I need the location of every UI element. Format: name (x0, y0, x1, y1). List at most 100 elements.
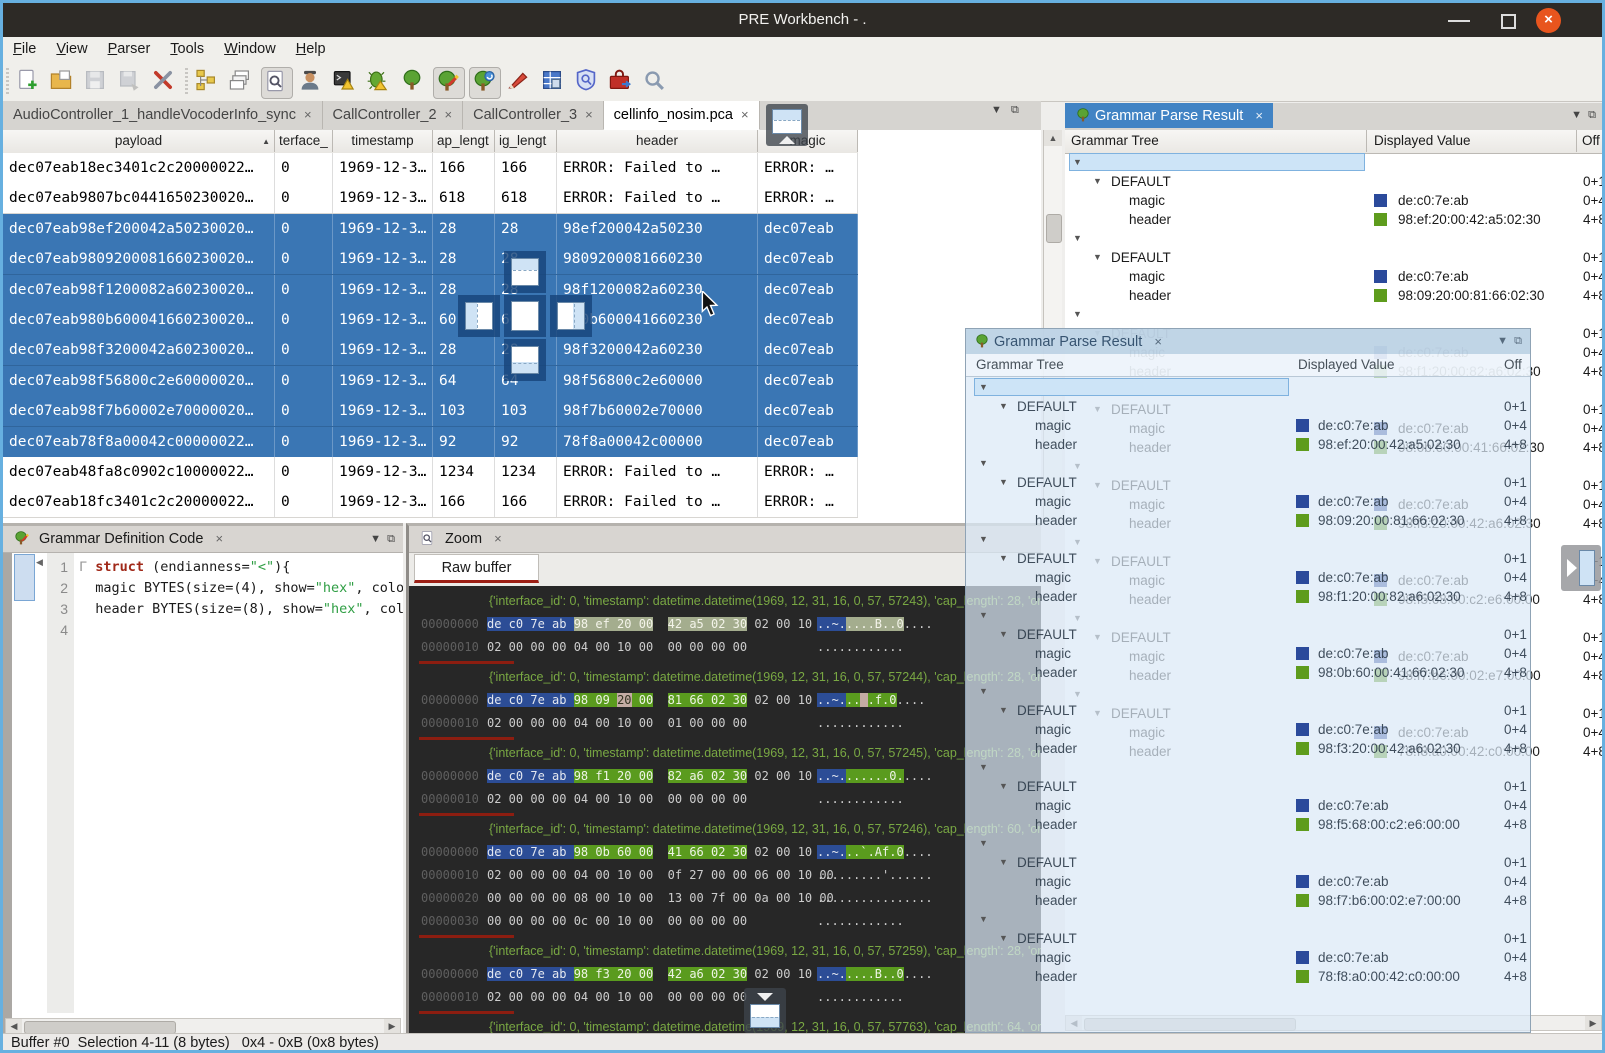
tree-structure-button[interactable] (193, 67, 223, 97)
tree-field-header[interactable]: header78:f8:a0:00:42:c0:00:004+8 (966, 967, 1530, 986)
hex-line[interactable]: 0000003000 00 00 00 0c 00 10 00 00 00 00… (409, 910, 1041, 933)
parse-tree-button[interactable] (399, 67, 429, 97)
table-row[interactable]: dec07eab98f56800c2e60000020…01969-12-3…6… (3, 366, 858, 397)
menu-window[interactable]: Window (214, 37, 286, 61)
table-row[interactable]: dec07eab9807bc0441650230020…01969-12-3…6… (3, 183, 858, 214)
tab-raw-buffer[interactable]: Raw buffer (414, 554, 539, 583)
column-header-ig_lengt[interactable]: ig_lengt (495, 130, 557, 152)
scroll-left-arrow[interactable]: ◀ (6, 1019, 22, 1033)
column-header-timestamp[interactable]: timestamp (333, 130, 433, 152)
tree-field-magic[interactable]: magicde:c0:7e:ab0+4 (966, 568, 1530, 587)
terminal-error-button[interactable] (331, 67, 361, 97)
column-header-terface_[interactable]: terface_ (275, 130, 333, 152)
tree-node-default[interactable]: ▼DEFAULT0+1 (1065, 172, 1602, 191)
hex-line[interactable]: 0000001002 00 00 00 04 00 10 00 00 00 00… (409, 986, 1041, 1009)
tree-field-header[interactable]: header98:0b:60:00:41:66:02:304+8 (966, 663, 1530, 682)
tree-node-default[interactable]: ▼DEFAULT0+1 (966, 929, 1530, 948)
table-row[interactable]: dec07eab98ef200042a50230020…01969-12-3…2… (3, 214, 858, 245)
table-row[interactable]: dec07eab98f1200082a60230020…01969-12-3…2… (3, 275, 858, 306)
tree-field-magic[interactable]: magicde:c0:7e:ab0+4 (1065, 267, 1602, 286)
tab-CallController_2[interactable]: CallController_2× (323, 101, 464, 129)
table-row[interactable]: dec07eab98f7b60002e70000020…01969-12-3…1… (3, 396, 858, 427)
new-file-button[interactable] (14, 67, 44, 97)
tree-node-default[interactable]: ▼DEFAULT0+1 (966, 777, 1530, 796)
tree-field-magic[interactable]: magicde:c0:7e:ab0+4 (966, 948, 1530, 967)
table-row[interactable]: dec07eab18fc3401c2c20000022…01969-12-3…1… (3, 487, 858, 518)
close-icon[interactable]: × (445, 107, 453, 122)
tree-node-default[interactable]: ▼DEFAULT0+1 (1065, 248, 1602, 267)
tree-field-header[interactable]: header98:09:20:00:81:66:02:304+8 (1065, 286, 1602, 305)
table-row[interactable]: dec07eab9809200081660230020…01969-12-3…2… (3, 244, 858, 275)
tree-node-default[interactable]: ▼DEFAULT0+1 (966, 625, 1530, 644)
tree-field-header[interactable]: header98:f3:20:00:42:a6:02:304+8 (966, 739, 1530, 758)
save-button[interactable] (82, 67, 112, 97)
menu-view[interactable]: View (46, 37, 97, 61)
close-icon[interactable]: × (494, 531, 502, 546)
close-icon[interactable]: × (304, 107, 312, 122)
save-as-button[interactable] (116, 67, 146, 97)
hex-line[interactable]: 0000002000 00 00 00 08 00 10 00 13 00 7f… (409, 887, 1041, 910)
column-header-header[interactable]: header (557, 130, 758, 152)
tab-AudioController_1_handleVocoderInfo_sync[interactable]: AudioController_1_handleVocoderInfo_sync… (3, 101, 323, 129)
hex-line[interactable]: 0000001002 00 00 00 04 00 10 00 0f 27 00… (409, 864, 1041, 887)
column-header-payload[interactable]: payload▲ (3, 130, 275, 152)
close-icon[interactable]: × (1154, 334, 1162, 349)
edit-grammar-button[interactable] (433, 67, 465, 99)
close-icon[interactable]: × (741, 107, 749, 122)
table-row[interactable]: dec07eab18ec3401c2c20000022…01969-12-3…1… (3, 153, 858, 184)
tree-field-header[interactable]: header98:ef:20:00:42:a5:02:304+8 (1065, 210, 1602, 229)
float-title-bar[interactable]: Grammar Parse Result × ▼ ⧉ (966, 329, 1530, 354)
menu-file[interactable]: File (3, 37, 46, 61)
scroll-up-arrow[interactable]: ▲ (1044, 130, 1062, 146)
table-row[interactable]: dec07eab48fa8c0902c10000022…01969-12-3…1… (3, 457, 858, 488)
tree-field-magic[interactable]: magicde:c0:7e:ab0+4 (966, 872, 1530, 891)
tree-node-default[interactable]: ▼DEFAULT0+1 (966, 549, 1530, 568)
scroll-right-arrow[interactable]: ▶ (384, 1019, 400, 1033)
hex-line[interactable]: 0000001002 00 00 00 04 00 10 00 00 00 00… (409, 788, 1041, 811)
tree-node-default[interactable]: ▼DEFAULT0+1 (966, 853, 1530, 872)
table-row[interactable]: dec07eab98f3200042a60230020…01969-12-3…2… (3, 335, 858, 366)
tree-node-default[interactable]: ▼DEFAULT0+1 (966, 397, 1530, 416)
open-folder-button[interactable] (48, 67, 78, 97)
user-expert-button[interactable] (297, 67, 327, 97)
search-button[interactable] (641, 67, 671, 97)
tree-node-default[interactable]: ▼DEFAULT0+1 (966, 701, 1530, 720)
code-horizontal-scrollbar[interactable]: ◀ ▶ (5, 1018, 401, 1034)
debug-bug-button[interactable] (365, 67, 395, 97)
table-row[interactable]: dec07eab78f8a00042c00000022…01969-12-3…9… (3, 427, 858, 458)
hex-line[interactable]: 00000000de c0 7e ab 98 09 20 00 81 66 02… (409, 689, 1041, 712)
code-scroll-indicator[interactable] (14, 554, 35, 601)
tree-field-header[interactable]: header98:f7:b6:00:02:e7:00:004+8 (966, 891, 1530, 910)
data-grid-button[interactable] (539, 67, 569, 97)
tab-cellinfo_nosim.pca[interactable]: cellinfo_nosim.pca× (604, 101, 760, 130)
hex-line[interactable]: 00000000de c0 7e ab 98 f1 20 00 82 a6 02… (409, 765, 1041, 788)
tree-field-header[interactable]: header98:ef:20:00:42:a5:02:304+8 (966, 435, 1530, 454)
maximize-button[interactable] (1501, 14, 1516, 29)
tree-field-magic[interactable]: magicde:c0:7e:ab0+4 (966, 796, 1530, 815)
column-header-ap_lengt[interactable]: ap_lengt (433, 130, 495, 152)
menu-help[interactable]: Help (286, 37, 336, 61)
menu-parser[interactable]: Parser (98, 37, 161, 61)
tree-field-magic[interactable]: magicde:c0:7e:ab0+4 (1065, 191, 1602, 210)
scroll-right-arrow[interactable]: ▶ (1585, 1016, 1601, 1030)
hex-dump-view[interactable]: {'interface_id': 0, 'timestamp': datetim… (409, 586, 1041, 1036)
toolbox-button[interactable] (607, 67, 637, 97)
tree-field-header[interactable]: header98:09:20:00:81:66:02:304+8 (966, 511, 1530, 530)
menu-tools[interactable]: Tools (160, 37, 214, 61)
tree-field-magic[interactable]: magicde:c0:7e:ab0+4 (966, 644, 1530, 663)
close-button[interactable]: × (1536, 8, 1561, 33)
collapse-arrow-icon[interactable]: ◀ (36, 557, 43, 568)
tree-field-magic[interactable]: magicde:c0:7e:ab0+4 (966, 720, 1530, 739)
configure-tools-button[interactable] (150, 67, 180, 97)
panel-buttons[interactable]: ▼ ⧉ (370, 526, 395, 552)
inspect-shield-button[interactable] (573, 67, 603, 97)
scrollbar-thumb[interactable] (1046, 214, 1062, 243)
reparse-grammar-button[interactable] (469, 67, 501, 99)
hex-line[interactable]: 00000000de c0 7e ab 98 0b 60 00 41 66 02… (409, 841, 1041, 864)
close-icon[interactable]: × (585, 107, 593, 122)
floating-grammar-parse-result-window[interactable]: Grammar Parse Result × ▼ ⧉ Grammar Tree … (965, 328, 1531, 1033)
tab-bar-menu[interactable]: ▼ ⧉ (991, 104, 1019, 117)
cut-knife-button[interactable] (505, 67, 535, 97)
tree-field-magic[interactable]: magicde:c0:7e:ab0+4 (966, 492, 1530, 511)
code-editor[interactable]: Γ struct (endianness="<"){ magic BYTES(s… (79, 553, 403, 1017)
